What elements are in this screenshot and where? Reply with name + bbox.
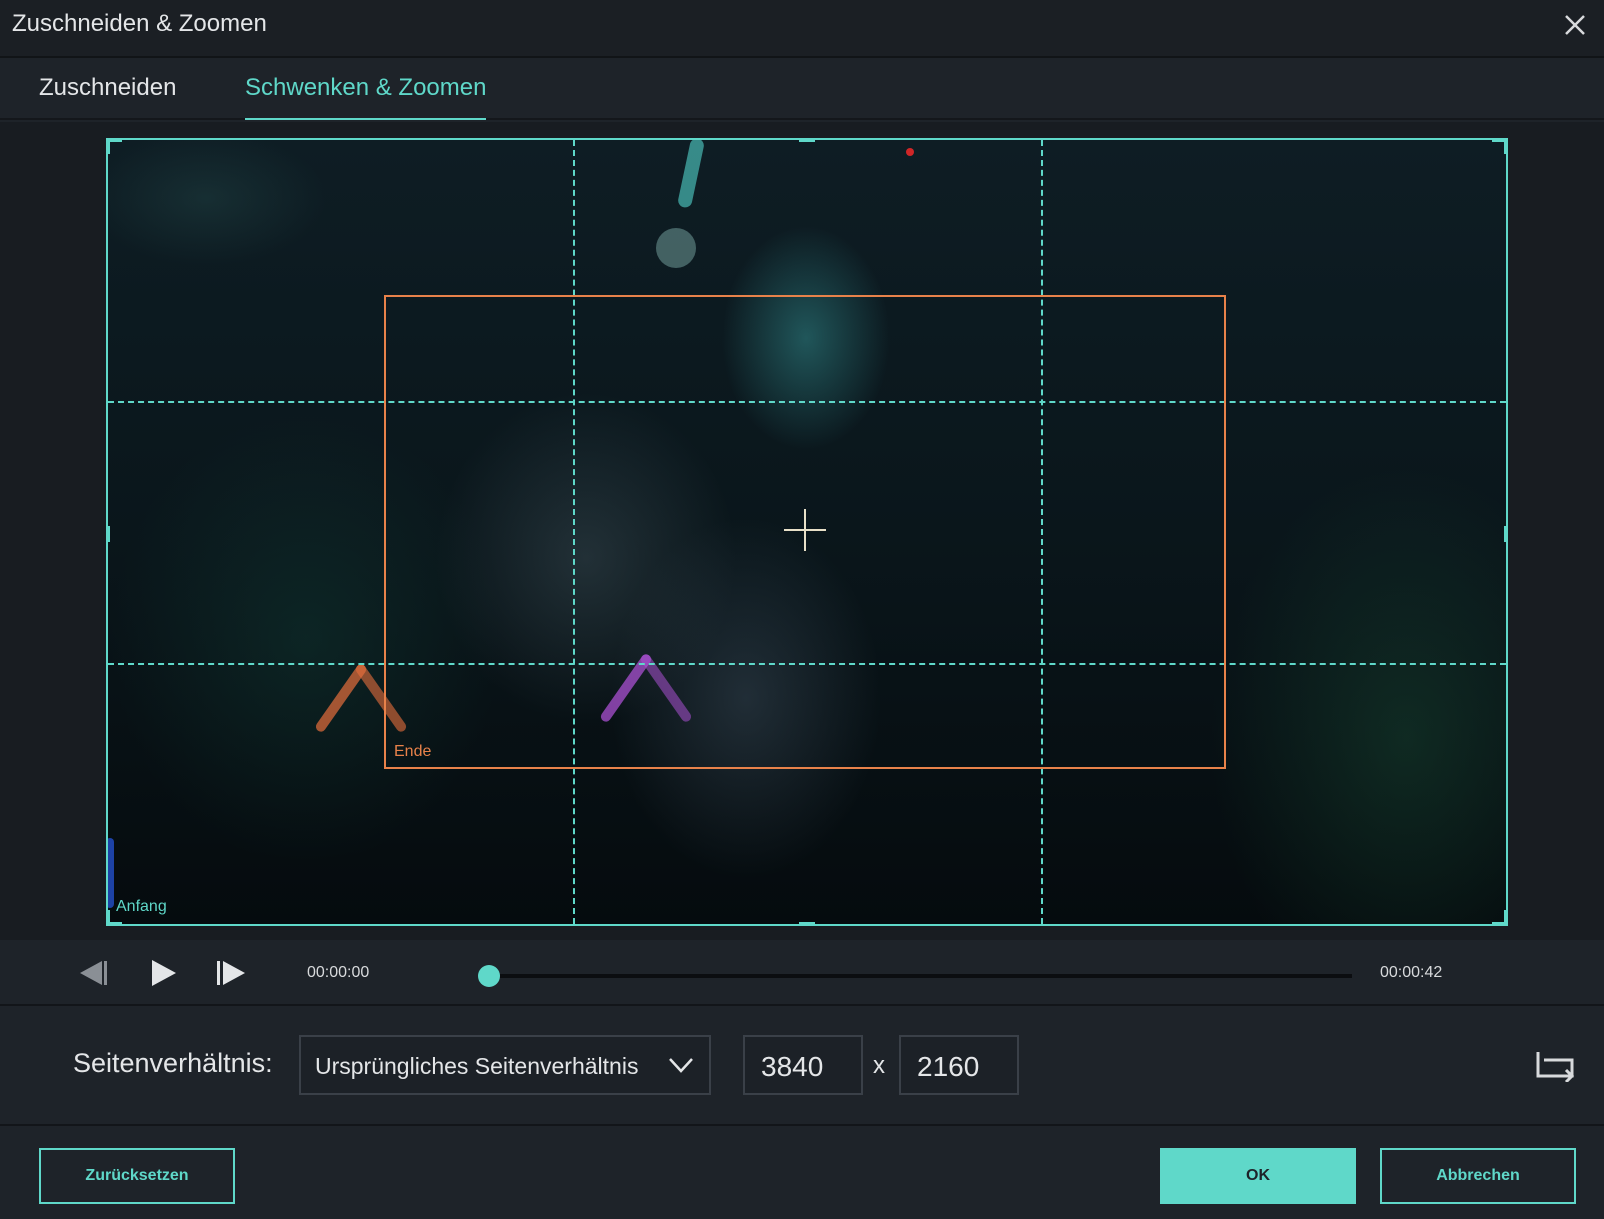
handle-top[interactable] (799, 138, 815, 142)
chevron-down-icon (669, 1058, 693, 1073)
dimension-separator: x (873, 1052, 885, 1079)
aspect-ratio-value: Ursprüngliches Seitenverhältnis (315, 1053, 639, 1079)
handle-top-left-v[interactable] (106, 138, 110, 154)
handle-right[interactable] (1504, 526, 1508, 542)
footer: Zurücksetzen OK Abbrechen (0, 1128, 1604, 1219)
close-icon[interactable] (1560, 10, 1590, 40)
timeline-track[interactable] (488, 974, 1352, 978)
tab-zuschneiden[interactable]: Zuschneiden (39, 74, 176, 120)
tab-bar: Zuschneiden Schwenken & Zoomen (0, 60, 1604, 120)
playback-bar: 00:00:00 00:00:42 (0, 940, 1604, 1006)
reset-button[interactable]: Zurücksetzen (39, 1148, 235, 1204)
handle-top-right-v[interactable] (1504, 138, 1508, 154)
timeline-thumb[interactable] (478, 965, 500, 987)
play-icon[interactable] (146, 956, 180, 990)
height-input[interactable]: 2160 (899, 1035, 1019, 1095)
handle-bottom-right-v[interactable] (1504, 910, 1508, 926)
handle-bottom-left-v[interactable] (106, 910, 110, 926)
window-title: Zuschneiden & Zoomen (12, 10, 267, 37)
previous-frame-icon[interactable] (76, 956, 110, 990)
current-time: 00:00:00 (307, 964, 370, 981)
aspect-ratio-label: Seitenverhältnis: (73, 1048, 273, 1078)
next-frame-icon[interactable] (214, 956, 248, 990)
tab-schwenken-zoomen[interactable]: Schwenken & Zoomen (245, 74, 487, 120)
swap-orientation-icon[interactable] (1534, 1050, 1576, 1082)
title-bar: Zuschneiden & Zoomen (0, 0, 1604, 58)
end-frame[interactable]: Ende (384, 295, 1226, 769)
aspect-ratio-select[interactable]: Ursprüngliches Seitenverhältnis (299, 1035, 711, 1095)
ok-button[interactable]: OK (1160, 1148, 1356, 1204)
width-input[interactable]: 3840 (743, 1035, 863, 1095)
crosshair-icon (784, 509, 826, 551)
handle-left[interactable] (106, 526, 110, 542)
aspect-ratio-row: Seitenverhältnis: Ursprüngliches Seitenv… (0, 1008, 1604, 1126)
total-time: 00:00:42 (1380, 964, 1443, 981)
cancel-button[interactable]: Abbrechen (1380, 1148, 1576, 1204)
end-label: Ende (394, 743, 432, 760)
handle-bottom[interactable] (799, 922, 815, 926)
start-label: Anfang (116, 898, 167, 915)
